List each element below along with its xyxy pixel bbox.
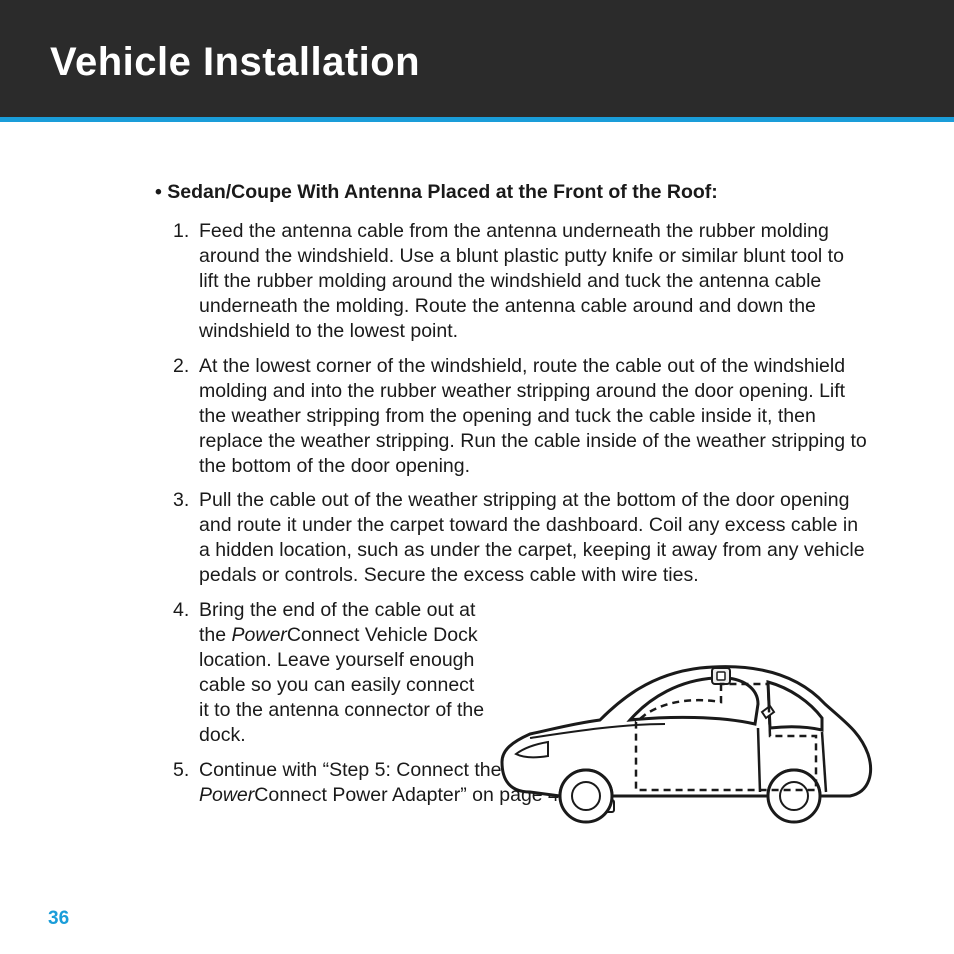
step-4-text: Bring the end of the cable out at the Po… xyxy=(199,598,489,748)
section-heading: Sedan/Coupe With Antenna Placed at the F… xyxy=(155,180,868,205)
step-2: At the lowest corner of the windshield, … xyxy=(199,354,868,479)
header-band: Vehicle Installation xyxy=(0,0,954,122)
content-area: Sedan/Coupe With Antenna Placed at the F… xyxy=(155,180,868,818)
step-5-text-a: Continue with “Step 5: Connect the Magne… xyxy=(199,759,761,781)
powerconnect-italic: Power xyxy=(232,624,287,646)
page-title: Vehicle Installation xyxy=(50,40,420,85)
step-5-text-b: Connect Power Adapter” on page 41. xyxy=(254,784,575,806)
powerconnect-italic-2: Power xyxy=(199,784,254,806)
step-1: Feed the antenna cable from the antenna … xyxy=(199,219,868,344)
step-3-text: Pull the cable out of the weather stripp… xyxy=(199,489,865,586)
step-5: Continue with “Step 5: Connect the Magne… xyxy=(199,758,868,808)
page-number: 36 xyxy=(48,908,69,930)
step-4: Bring the end of the cable out at the Po… xyxy=(199,598,868,748)
steps-list: Feed the antenna cable from the antenna … xyxy=(155,219,868,808)
manual-page: Vehicle Installation Sedan/Coupe With An… xyxy=(0,0,954,954)
step-3: Pull the cable out of the weather stripp… xyxy=(199,488,868,588)
step-1-text: Feed the antenna cable from the antenna … xyxy=(199,220,844,342)
step-2-text: At the lowest corner of the windshield, … xyxy=(199,355,867,477)
